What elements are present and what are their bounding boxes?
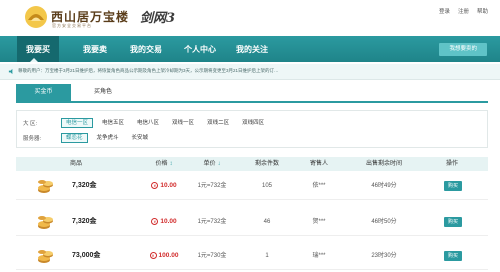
price-cell: ¥10.00	[144, 208, 184, 236]
sort-toggle-icon[interactable]: ↕	[170, 161, 173, 167]
col-unit-price[interactable]: 单价 ↓	[192, 157, 232, 171]
table-row: 7,320金 ¥10.00 1元=732金 105 依*** 46时49分 购买	[16, 172, 488, 200]
buy-button[interactable]: 购买	[444, 251, 463, 261]
goods-amount: 73,000金	[72, 252, 101, 259]
nav-my-favorites[interactable]: 我的关注	[236, 36, 268, 62]
buy-button[interactable]: 购买	[444, 217, 463, 227]
tab-buy-gold[interactable]: 买金币	[16, 84, 71, 101]
nav-sell[interactable]: 我要卖	[83, 36, 107, 62]
nav-active-indicator	[30, 58, 38, 62]
col-action: 操作	[445, 161, 458, 167]
tab-buy-role[interactable]: 买角色	[78, 84, 128, 101]
table-header: 商品 价格 ↕ 单价 ↓ 剩余件数 寄售人 出售剩余时间 操作	[16, 157, 488, 171]
server-filter: 服务器: 蝶恋花 龙争虎斗 长安城	[23, 132, 157, 144]
login-link[interactable]: 登录	[439, 7, 450, 15]
region-option[interactable]: 双线四区	[238, 118, 268, 128]
yuan-icon: ¥	[149, 251, 157, 259]
region-filter: 大 区: 电信一区 电信五区 电信八区 双线一区 双线二区 双线四区	[23, 117, 273, 129]
filter-panel: 大 区: 电信一区 电信五区 电信八区 双线一区 双线二区 双线四区 服务器: …	[16, 110, 488, 148]
notice-text: 尊敬的用户：万宝楼于3月21日维护后，将恢复角色商品公示期及角色上架冷却期为3天…	[18, 68, 279, 73]
nav-my-trades[interactable]: 我的交易	[130, 36, 162, 62]
site-subtitle: 官方安全交易平台	[52, 23, 92, 28]
time-left: 23时30分	[371, 253, 397, 259]
time-left: 46时49分	[371, 183, 397, 189]
gold-coins-icon	[38, 250, 53, 263]
col-time-left: 出售剩余时间	[365, 161, 402, 167]
time-left: 46时50分	[371, 219, 397, 225]
col-remaining: 剩余件数	[254, 161, 279, 167]
seller-name: 贺***	[312, 219, 326, 225]
server-option[interactable]: 龙争虎斗	[93, 133, 123, 143]
top-links: 登录 注册 帮助	[439, 7, 488, 15]
table-row: 7,320金 ¥10.00 1元=732金 46 贺*** 46时50分 购买	[16, 208, 488, 236]
col-goods: 商品	[69, 161, 82, 167]
register-link[interactable]: 注册	[458, 7, 469, 15]
region-option[interactable]: 电信一区	[61, 118, 94, 128]
sort-down-icon[interactable]: ↓	[218, 161, 221, 167]
goods-amount: 7,320金	[72, 182, 97, 189]
remaining-count: 46	[263, 219, 271, 225]
region-option[interactable]: 电信八区	[133, 118, 163, 128]
goods-amount: 7,320金	[72, 218, 97, 225]
help-link[interactable]: 帮助	[477, 7, 488, 15]
unit-price: 1元=730金	[197, 253, 227, 259]
remaining-count: 1	[265, 253, 269, 259]
ingot-logo-icon[interactable]	[24, 5, 48, 29]
col-seller: 寄售人	[309, 161, 328, 167]
game-logo: 剑网3	[140, 11, 176, 26]
server-label: 服务器:	[23, 136, 42, 142]
unit-price: 1元=732金	[197, 183, 227, 189]
top-bar: 西山居万宝楼 官方安全交易平台 剑网3 登录 注册 帮助	[0, 0, 500, 36]
want-to-sell-button[interactable]: 我想要卖的	[439, 43, 487, 56]
trade-type-tabs: 买金币 买角色	[16, 84, 488, 103]
gold-coins-icon	[38, 216, 53, 229]
yuan-icon: ¥	[151, 181, 159, 189]
seller-name: 瑞***	[312, 253, 326, 259]
yuan-icon: ¥	[151, 217, 159, 225]
remaining-count: 105	[261, 183, 272, 189]
col-unit-label: 单价	[203, 161, 216, 167]
main-nav: 我要买 我要卖 我的交易 个人中心 我的关注 我想要卖的	[0, 36, 500, 62]
seller-name: 依***	[312, 183, 326, 189]
gold-coins-icon	[38, 180, 53, 193]
nav-user-center[interactable]: 个人中心	[184, 36, 216, 62]
price-value: 10.00	[160, 182, 177, 189]
server-option[interactable]: 长安城	[128, 133, 153, 143]
notice-bar: 尊敬的用户：万宝楼于3月21日维护后，将恢复角色商品公示期及角色上架冷却期为3天…	[0, 64, 500, 80]
price-cell: ¥100.00	[144, 242, 184, 270]
table-row: 73,000金 ¥100.00 1元=730金 1 瑞*** 23时30分 购买	[16, 242, 488, 270]
region-option[interactable]: 电信五区	[98, 118, 128, 128]
price-cell: ¥10.00	[144, 172, 184, 200]
unit-price: 1元=732金	[197, 219, 227, 225]
col-price[interactable]: 价格 ↕	[144, 157, 184, 171]
price-value: 100.00	[158, 252, 179, 259]
region-option[interactable]: 双线一区	[168, 118, 198, 128]
col-price-label: 价格	[155, 161, 168, 167]
nav-buy[interactable]: 我要买	[17, 36, 59, 62]
region-option[interactable]: 双线二区	[203, 118, 233, 128]
price-value: 10.00	[160, 218, 177, 225]
buy-button[interactable]: 购买	[444, 181, 463, 191]
server-option[interactable]: 蝶恋花	[61, 133, 88, 143]
speaker-icon	[8, 68, 13, 75]
region-label: 大 区:	[23, 121, 38, 127]
